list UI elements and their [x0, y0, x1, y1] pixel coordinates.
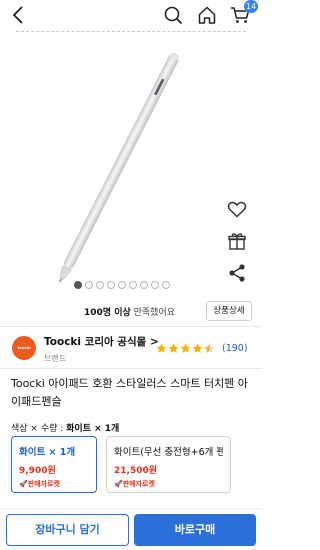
option-price: 9,900원	[19, 466, 56, 476]
gift-icon[interactable]	[226, 230, 248, 252]
satisfaction-count: 100명 이상	[84, 308, 131, 318]
review-count-link[interactable]: (190)	[222, 343, 248, 354]
seller-rocket-badge: 🚀판매자로켓	[19, 480, 60, 488]
product-image-carousel[interactable]	[0, 32, 262, 300]
star-icon	[204, 343, 215, 353]
star-icon	[156, 343, 167, 353]
carousel-indicator[interactable]	[74, 281, 170, 291]
carousel-dot[interactable]	[140, 281, 148, 289]
option-name: 화이트 × 1개	[19, 447, 76, 458]
carousel-dot[interactable]	[129, 281, 137, 289]
satisfaction-text: 100명 이상 만족했어요	[84, 305, 175, 318]
satisfaction-suffix: 만족했어요	[130, 308, 176, 318]
carousel-dot[interactable]	[162, 281, 170, 289]
star-icon	[192, 343, 203, 353]
product-title: Toocki 아이패드 호환 스타일러스 스마트 터치펜 아이패드펜슬	[11, 377, 248, 408]
store-name: Toocki 코리아 공식몰	[44, 336, 147, 348]
buy-now-button[interactable]: 바로구매	[134, 514, 256, 546]
divider	[0, 326, 262, 327]
carousel-dot[interactable]	[85, 281, 93, 289]
option-name: 화이트(무선 충전형+6개 펜...	[114, 447, 223, 458]
bottom-action-bar: 장바구니 담기 바로구매	[0, 508, 262, 550]
option-card-1[interactable]: 화이트 × 1개 9,900원 🚀판매자로켓	[11, 436, 97, 493]
option-price: 21,500원	[114, 466, 158, 476]
top-bar: 14	[0, 0, 262, 30]
search-icon[interactable]	[162, 4, 184, 26]
option-card-2[interactable]: 화이트(무선 충전형+6개 펜... 21,500원 🚀판매자로켓	[106, 436, 231, 493]
seller-rocket-badge: 🚀판매자로켓	[114, 480, 155, 488]
carousel-dot[interactable]	[107, 281, 115, 289]
rating-stars[interactable]	[156, 343, 215, 354]
heart-icon[interactable]	[226, 198, 248, 220]
carousel-dot[interactable]	[151, 281, 159, 289]
carousel-dot[interactable]	[74, 281, 82, 289]
stylus-pen-image	[59, 53, 180, 283]
option-label: 색상 × 수량 : 화이트 × 1개	[11, 421, 119, 434]
carousel-dot[interactable]	[118, 281, 126, 289]
option-label-prefix: 색상 × 수량 :	[11, 424, 67, 434]
store-name-link[interactable]: Toocki 코리아 공식몰 >	[44, 334, 159, 349]
carousel-dot[interactable]	[96, 281, 104, 289]
share-icon[interactable]	[226, 262, 248, 284]
product-detail-button[interactable]: 상품상세	[206, 301, 252, 321]
brand-tag: 브랜드	[44, 354, 67, 363]
home-icon[interactable]	[196, 4, 218, 26]
add-to-cart-button[interactable]: 장바구니 담기	[6, 514, 129, 546]
star-icon	[168, 343, 179, 353]
star-icon	[180, 343, 191, 353]
divider	[0, 368, 262, 369]
brand-logo[interactable]: toocki	[12, 336, 36, 360]
cart-count-badge: 14	[244, 0, 259, 13]
chevron-left-icon[interactable]	[8, 4, 30, 26]
option-label-value: 화이트 × 1개	[66, 424, 120, 434]
